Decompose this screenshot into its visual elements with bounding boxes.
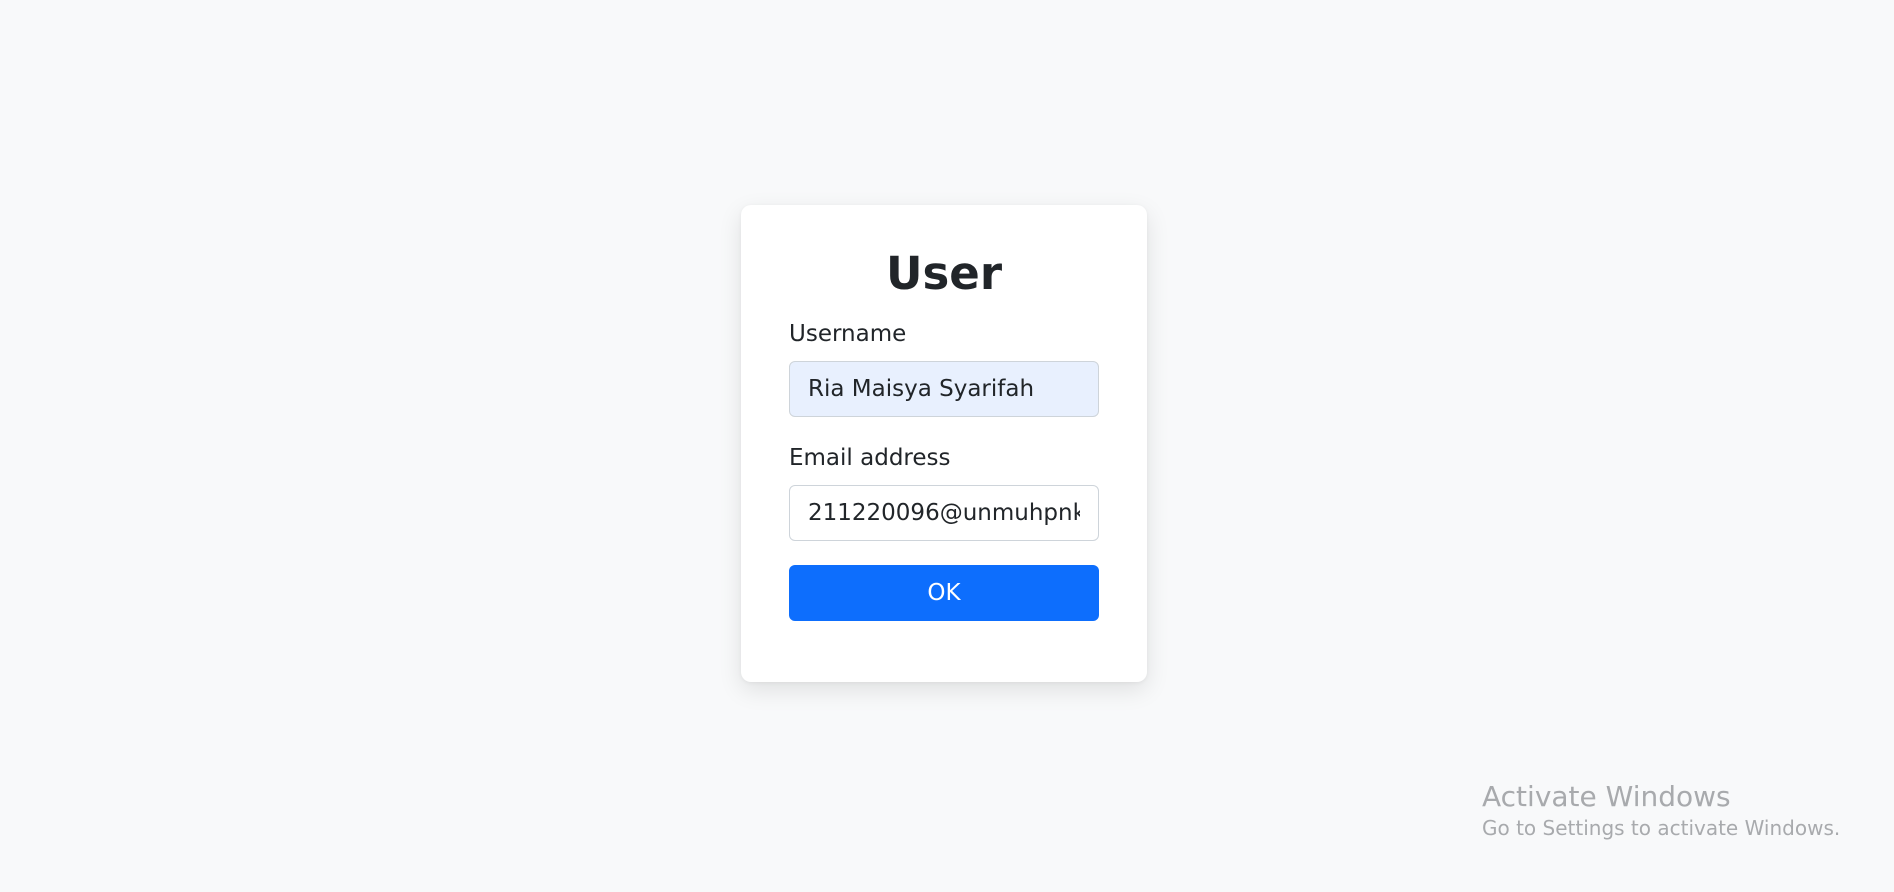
username-label: Username [789,320,907,347]
watermark-subtitle: Go to Settings to activate Windows. [1482,815,1841,840]
user-form-card: User Username Email address OK [741,205,1147,682]
watermark-title: Activate Windows [1482,780,1731,813]
form-title: User [885,247,1003,300]
email-input[interactable] [789,484,1099,541]
username-input[interactable] [789,360,1099,417]
ok-button[interactable]: OK [789,564,1099,621]
activate-windows-watermark: Activate Windows Go to Settings to activ… [1482,780,1840,842]
email-label: Email address [789,444,951,471]
